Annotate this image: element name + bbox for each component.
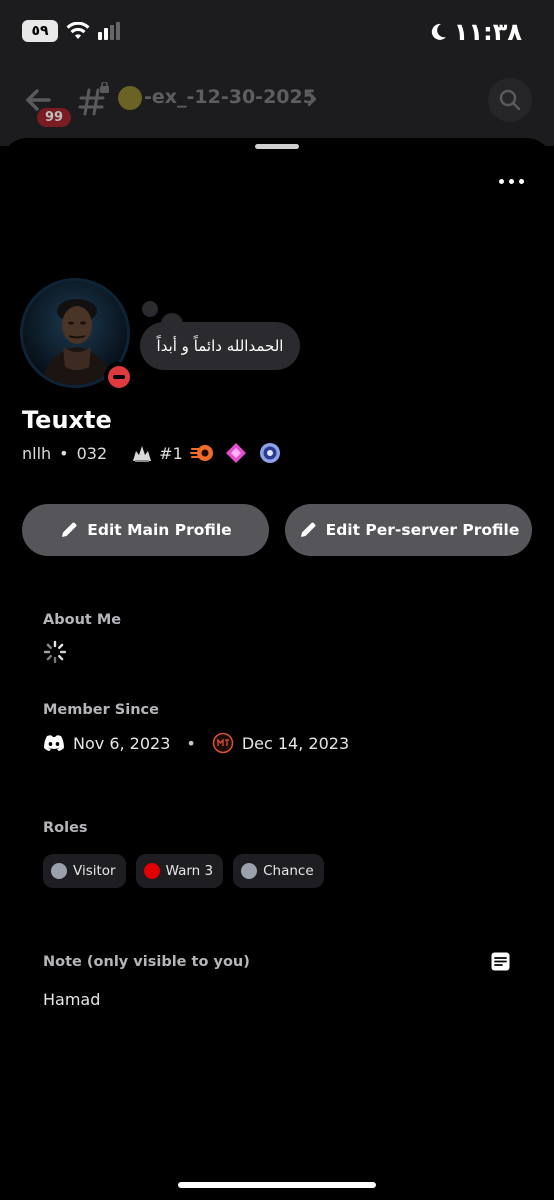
clan-tag[interactable]: #1 <box>159 444 183 463</box>
battery-indicator: ٥٩ <box>22 20 58 42</box>
wifi-icon <box>66 22 90 39</box>
member-since-row: Nov 6, 2023 • Dec 14, 2023 <box>43 732 349 754</box>
channel-header: 99 -ex_-12-30-2025 <box>0 66 554 146</box>
note-heading: Note (only visible to you) <box>43 954 250 970</box>
more-options-button[interactable] <box>496 174 526 188</box>
channel-name[interactable]: -ex_-12-30-2025 <box>144 86 316 108</box>
role-name: Warn 3 <box>165 863 214 879</box>
edit-server-profile-button[interactable]: Edit Per-server Profile <box>285 504 532 556</box>
discord-join-date: Nov 6, 2023 <box>73 733 171 753</box>
username: nllh <box>22 443 52 463</box>
edit-server-profile-label: Edit Per-server Profile <box>325 521 520 539</box>
role-name: Visitor <box>73 863 116 879</box>
note-icon[interactable] <box>491 952 510 971</box>
discord-logo-icon <box>44 735 64 751</box>
profile-sheet: الحمدالله دائماً و أبداً Teuxte nllh • 0… <box>0 138 554 1200</box>
channel-emoji-icon <box>118 86 142 110</box>
search-button[interactable] <box>488 78 532 122</box>
locked-channel-hash-icon <box>78 82 109 116</box>
role-color-dot <box>241 863 258 879</box>
role-color-dot <box>143 863 160 879</box>
do-not-disturb-status <box>104 362 134 392</box>
role-pill[interactable]: Visitor <box>43 854 126 888</box>
avatar-container[interactable] <box>20 278 134 392</box>
dnd-icon <box>108 366 130 388</box>
pronouns: 032 <box>76 443 108 463</box>
home-indicator[interactable] <box>178 1182 376 1188</box>
pencil-icon <box>62 522 77 537</box>
nitro-boost-badge-icon[interactable] <box>190 441 214 465</box>
edit-main-profile-button[interactable]: Edit Main Profile <box>22 504 269 556</box>
user-info-line: nllh • 032 #1 <box>22 443 183 463</box>
about-me-heading: About Me <box>43 612 122 628</box>
clan-tag-icon[interactable] <box>131 443 153 463</box>
status-bar-right: ١١:٣٨ <box>428 18 522 46</box>
role-color-dot <box>51 863 67 879</box>
role-pill[interactable]: Chance <box>233 854 324 888</box>
role-name: Chance <box>263 863 314 879</box>
separator: • <box>59 443 69 463</box>
search-icon <box>499 89 521 111</box>
server-join-date: Dec 14, 2023 <box>241 733 350 753</box>
thought-bubble-dot <box>142 301 158 317</box>
pencil-icon <box>300 522 316 537</box>
custom-status-text: الحمدالله دائماً و أبداً <box>156 337 284 355</box>
sheet-grabber[interactable] <box>255 144 299 149</box>
roles-heading: Roles <box>43 820 88 836</box>
server-icon <box>212 732 234 754</box>
display-name: Teuxte <box>22 406 112 434</box>
roles-list: Visitor Warn 3 Chance <box>43 854 324 888</box>
moon-icon <box>431 23 446 40</box>
clock: ١١:٣٨ <box>453 18 522 46</box>
separator: • <box>186 733 196 753</box>
more-dot-icon <box>508 178 514 184</box>
nitro-gem-badge-icon[interactable] <box>224 441 248 465</box>
custom-status-bubble[interactable]: الحمدالله دائماً و أبداً <box>140 322 300 370</box>
hypesquad-badge-icon[interactable] <box>258 441 282 465</box>
profile-badges <box>190 441 282 465</box>
status-bar: ٥٩ ١١:٣٨ <box>0 0 554 66</box>
note-input[interactable]: Hamad <box>43 990 100 1009</box>
cellular-signal-icon <box>98 22 120 40</box>
member-since-heading: Member Since <box>43 702 159 718</box>
role-pill[interactable]: Warn 3 <box>135 854 224 888</box>
more-dot-icon <box>518 178 524 184</box>
edit-main-profile-label: Edit Main Profile <box>87 521 232 539</box>
loading-spinner-icon <box>43 640 67 664</box>
more-dot-icon <box>498 178 504 184</box>
status-bar-left: ٥٩ <box>22 20 120 42</box>
chevron-right-icon <box>307 91 317 107</box>
unread-mentions-badge: 99 <box>37 108 72 127</box>
